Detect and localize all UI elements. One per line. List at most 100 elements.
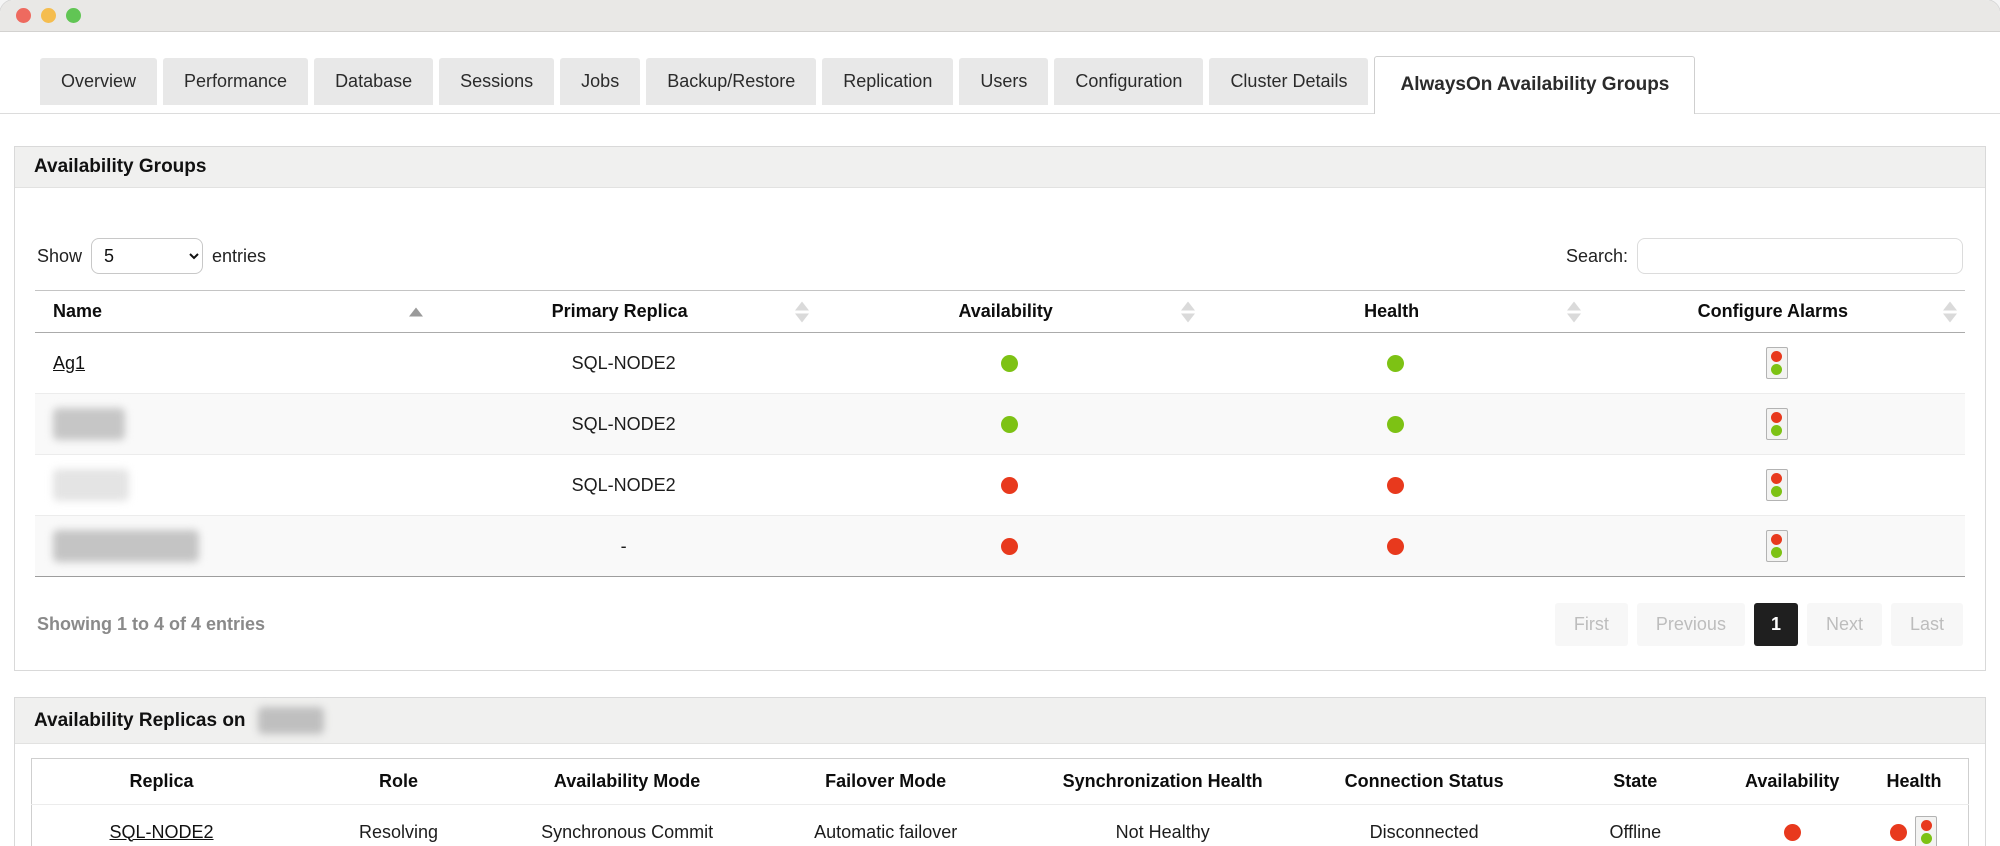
availability-status-dot [1001,477,1018,494]
tab-cluster-details[interactable]: Cluster Details [1209,58,1368,105]
configure-alarms-cell [1589,516,1965,577]
availability-status-dot [1784,824,1801,841]
configure-alarms-icon[interactable] [1766,469,1788,501]
availability-cell [1724,805,1860,846]
pagination-first-button[interactable]: First [1555,603,1628,646]
column-header-state: State [1546,759,1724,805]
app-window: Overview Performance Database Sessions J… [0,0,2000,846]
configure-alarms-icon[interactable] [1766,408,1788,440]
synchronization-health-cell: Not Healthy [1023,805,1302,846]
connection-status-cell: Disconnected [1302,805,1546,846]
column-header-primary-replica-label: Primary Replica [552,301,688,321]
table-row: Ag1 SQL-NODE2 [35,333,1965,394]
configure-alarms-cell [1589,394,1965,455]
replica-name-link[interactable]: SQL-NODE2 [110,822,214,842]
maximize-window-button[interactable] [66,8,81,23]
availability-replicas-panel-header: Availability Replicas on [15,698,1985,744]
primary-replica-cell: SQL-NODE2 [431,455,817,516]
primary-replica-cell: SQL-NODE2 [431,333,817,394]
group-name-link[interactable]: Ag1 [53,353,85,373]
availability-cell [817,455,1203,516]
group-name-cell: Ag1 [35,333,431,394]
column-header-availability[interactable]: Availability [817,291,1203,333]
column-header-availability-label: Availability [958,301,1052,321]
pagination-previous-button[interactable]: Previous [1637,603,1745,646]
search-input[interactable] [1637,238,1963,274]
health-cell [1203,394,1589,455]
health-status-dot [1387,416,1404,433]
replica-name-cell: SQL-NODE2 [32,805,292,846]
table-controls: Show 5 entries Search: [35,188,1965,290]
page-length-select[interactable]: 5 [91,238,203,274]
table-header-row: Name Primary Replica Availability H [35,291,1965,333]
column-header-name-label: Name [53,301,102,321]
tab-sessions[interactable]: Sessions [439,58,554,105]
availability-status-dot [1001,355,1018,372]
availability-replicas-title: Availability Replicas on [34,710,246,732]
configure-alarms-icon[interactable] [1915,816,1937,846]
column-header-configure-alarms-label: Configure Alarms [1698,301,1848,321]
column-header-role: Role [291,759,506,805]
primary-replica-cell: - [431,516,817,577]
sort-both-icon [795,301,809,322]
tab-jobs[interactable]: Jobs [560,58,640,105]
tab-performance[interactable]: Performance [163,58,308,105]
column-header-availability: Availability [1724,759,1860,805]
tab-database[interactable]: Database [314,58,433,105]
titlebar [0,0,2000,32]
availability-cell [817,516,1203,577]
sort-both-icon [1567,301,1581,322]
health-cell [1203,455,1589,516]
close-window-button[interactable] [16,8,31,23]
pagination: First Previous 1 Next Last [1555,603,1963,646]
column-header-primary-replica[interactable]: Primary Replica [431,291,817,333]
failover-mode-cell: Automatic failover [748,805,1023,846]
column-header-name[interactable]: Name [35,291,431,333]
availability-replicas-panel: Availability Replicas on Replica Role Av… [14,697,1986,846]
redacted-group-name [53,530,199,562]
configure-alarms-icon[interactable] [1766,530,1788,562]
sort-both-icon [1943,301,1957,322]
availability-groups-title: Availability Groups [34,156,206,178]
availability-groups-panel: Availability Groups Show 5 entries Searc… [14,146,1986,671]
tab-users[interactable]: Users [959,58,1048,105]
health-status-dot [1387,355,1404,372]
entries-summary: Showing 1 to 4 of 4 entries [37,614,265,635]
column-header-synchronization-health: Synchronization Health [1023,759,1302,805]
show-label: Show [37,246,82,267]
configure-alarms-cell [1589,455,1965,516]
search-label: Search: [1566,246,1628,267]
minimize-window-button[interactable] [41,8,56,23]
pagination-last-button[interactable]: Last [1891,603,1963,646]
tab-alwayson-availability-groups[interactable]: AlwaysOn Availability Groups [1374,56,1695,114]
group-name-cell [35,394,431,455]
table-row: SQL-NODE2 [35,394,1965,455]
pagination-next-button[interactable]: Next [1807,603,1882,646]
entries-label: entries [212,246,266,267]
role-cell: Resolving [291,805,506,846]
primary-replica-cell: SQL-NODE2 [431,394,817,455]
tab-configuration[interactable]: Configuration [1054,58,1203,105]
column-header-health[interactable]: Health [1203,291,1589,333]
tab-replication[interactable]: Replication [822,58,953,105]
availability-status-dot [1001,538,1018,555]
column-header-configure-alarms[interactable]: Configure Alarms [1589,291,1965,333]
sort-asc-icon [409,307,423,316]
health-cell [1203,516,1589,577]
group-name-cell [35,516,431,577]
table-row: - [35,516,1965,577]
column-header-availability-mode: Availability Mode [506,759,748,805]
tab-overview[interactable]: Overview [40,58,157,105]
replicas-header-row: Replica Role Availability Mode Failover … [32,759,1969,805]
column-header-health-label: Health [1364,301,1419,321]
configure-alarms-cell [1589,333,1965,394]
replica-row: SQL-NODE2 Resolving Synchronous Commit A… [32,805,1969,846]
tab-bar: Overview Performance Database Sessions J… [0,54,2000,114]
availability-replicas-table: Replica Role Availability Mode Failover … [31,758,1969,846]
column-header-health: Health [1860,759,1969,805]
pagination-page-1-button[interactable]: 1 [1754,603,1798,646]
configure-alarms-icon[interactable] [1766,347,1788,379]
tab-backup-restore[interactable]: Backup/Restore [646,58,816,105]
group-name-cell [35,455,431,516]
availability-groups-table: Name Primary Replica Availability H [35,290,1965,577]
